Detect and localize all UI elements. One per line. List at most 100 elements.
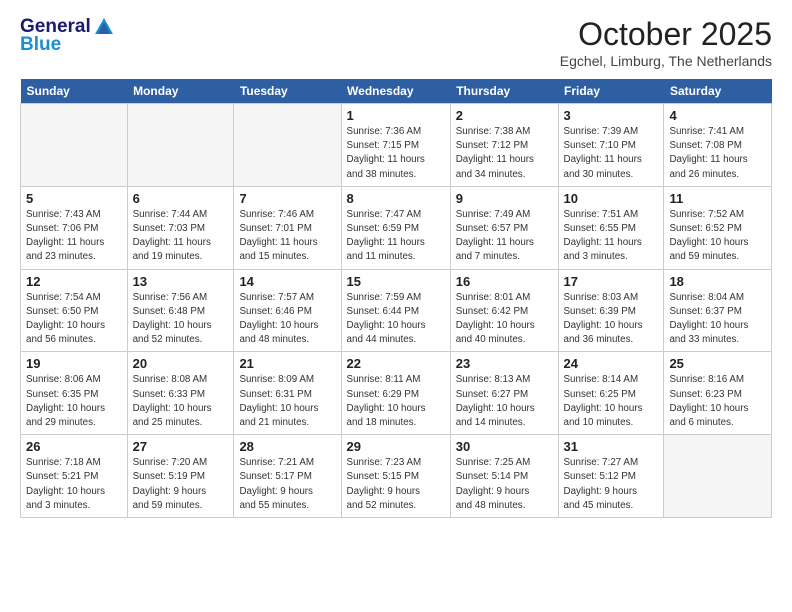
day-number: 1 [347, 108, 445, 123]
day-info: Sunrise: 8:01 AM Sunset: 6:42 PM Dayligh… [456, 291, 553, 348]
day-info: Sunrise: 8:14 AM Sunset: 6:25 PM Dayligh… [564, 373, 659, 430]
calendar-cell: 23 Sunrise: 8:13 AM Sunset: 6:27 PM Dayli… [450, 352, 558, 435]
day-info: Sunrise: 7:41 AM Sunset: 7:08 PM Dayligh… [669, 125, 766, 182]
calendar-cell: 10 Sunrise: 7:51 AM Sunset: 6:55 PM Dayli… [558, 186, 664, 269]
weekday-header-thursday: Thursday [450, 79, 558, 104]
header-row: SundayMondayTuesdayWednesdayThursdayFrid… [21, 79, 772, 104]
calendar-cell [234, 104, 341, 187]
day-info: Sunrise: 7:51 AM Sunset: 6:55 PM Dayligh… [564, 208, 659, 265]
day-number: 16 [456, 274, 553, 289]
day-number: 6 [133, 191, 229, 206]
day-info: Sunrise: 7:43 AM Sunset: 7:06 PM Dayligh… [26, 208, 122, 265]
day-info: Sunrise: 8:16 AM Sunset: 6:23 PM Dayligh… [669, 373, 766, 430]
day-info: Sunrise: 7:46 AM Sunset: 7:01 PM Dayligh… [239, 208, 335, 265]
logo: General Blue [20, 16, 115, 56]
day-number: 27 [133, 439, 229, 454]
weekday-header-saturday: Saturday [664, 79, 772, 104]
calendar-cell: 8 Sunrise: 7:47 AM Sunset: 6:59 PM Daylig… [341, 186, 450, 269]
day-number: 19 [26, 356, 122, 371]
calendar-cell: 19Sunrise: 8:06 AM Sunset: 6:35 PM Dayli… [21, 352, 128, 435]
calendar-cell: 20Sunrise: 8:08 AM Sunset: 6:33 PM Dayli… [127, 352, 234, 435]
day-info: Sunrise: 8:09 AM Sunset: 6:31 PM Dayligh… [239, 373, 335, 430]
logo-icon [93, 16, 115, 38]
weekday-header-tuesday: Tuesday [234, 79, 341, 104]
day-number: 22 [347, 356, 445, 371]
calendar-week-2: 5 Sunrise: 7:43 AM Sunset: 7:06 PM Daylig… [21, 186, 772, 269]
calendar-cell: 26Sunrise: 7:18 AM Sunset: 5:21 PM Dayli… [21, 435, 128, 518]
calendar-cell: 2 Sunrise: 7:38 AM Sunset: 7:12 PM Daylig… [450, 104, 558, 187]
day-info: Sunrise: 7:52 AM Sunset: 6:52 PM Dayligh… [669, 208, 766, 265]
calendar-cell: 14 Sunrise: 7:57 AM Sunset: 6:46 PM Dayli… [234, 269, 341, 352]
page-container: General Blue October 2025 Egchel, Limbur… [0, 0, 792, 530]
day-info: Sunrise: 7:59 AM Sunset: 6:44 PM Dayligh… [347, 291, 445, 348]
weekday-header-monday: Monday [127, 79, 234, 104]
day-info: Sunrise: 8:11 AM Sunset: 6:29 PM Dayligh… [347, 373, 445, 430]
day-info: Sunrise: 7:38 AM Sunset: 7:12 PM Dayligh… [456, 125, 553, 182]
day-number: 9 [456, 191, 553, 206]
weekday-header-wednesday: Wednesday [341, 79, 450, 104]
day-number: 14 [239, 274, 335, 289]
calendar-header: SundayMondayTuesdayWednesdayThursdayFrid… [21, 79, 772, 104]
calendar-cell: 1 Sunrise: 7:36 AM Sunset: 7:15 PM Daylig… [341, 104, 450, 187]
day-number: 7 [239, 191, 335, 206]
day-info: Sunrise: 7:18 AM Sunset: 5:21 PM Dayligh… [26, 456, 122, 513]
day-info: Sunrise: 8:13 AM Sunset: 6:27 PM Dayligh… [456, 373, 553, 430]
calendar-cell: 25 Sunrise: 8:16 AM Sunset: 6:23 PM Dayli… [664, 352, 772, 435]
day-info: Sunrise: 7:39 AM Sunset: 7:10 PM Dayligh… [564, 125, 659, 182]
day-number: 12 [26, 274, 122, 289]
calendar-cell: 15Sunrise: 7:59 AM Sunset: 6:44 PM Dayli… [341, 269, 450, 352]
calendar-cell: 11Sunrise: 7:52 AM Sunset: 6:52 PM Dayli… [664, 186, 772, 269]
day-info: Sunrise: 7:27 AM Sunset: 5:12 PM Dayligh… [564, 456, 659, 513]
calendar-cell [127, 104, 234, 187]
calendar-cell: 18Sunrise: 8:04 AM Sunset: 6:37 PM Dayli… [664, 269, 772, 352]
calendar-cell: 22 Sunrise: 8:11 AM Sunset: 6:29 PM Dayli… [341, 352, 450, 435]
day-number: 23 [456, 356, 553, 371]
calendar-week-4: 19Sunrise: 8:06 AM Sunset: 6:35 PM Dayli… [21, 352, 772, 435]
calendar-week-3: 12 Sunrise: 7:54 AM Sunset: 6:50 PM Dayli… [21, 269, 772, 352]
location-subtitle: Egchel, Limburg, The Netherlands [560, 53, 772, 69]
calendar-cell: 6 Sunrise: 7:44 AM Sunset: 7:03 PM Daylig… [127, 186, 234, 269]
day-number: 24 [564, 356, 659, 371]
day-number: 18 [669, 274, 766, 289]
day-number: 8 [347, 191, 445, 206]
calendar-cell [21, 104, 128, 187]
day-number: 17 [564, 274, 659, 289]
calendar-cell: 28Sunrise: 7:21 AM Sunset: 5:17 PM Dayli… [234, 435, 341, 518]
day-info: Sunrise: 7:57 AM Sunset: 6:46 PM Dayligh… [239, 291, 335, 348]
day-number: 2 [456, 108, 553, 123]
calendar-week-1: 1 Sunrise: 7:36 AM Sunset: 7:15 PM Daylig… [21, 104, 772, 187]
day-info: Sunrise: 7:47 AM Sunset: 6:59 PM Dayligh… [347, 208, 445, 265]
day-info: Sunrise: 7:20 AM Sunset: 5:19 PM Dayligh… [133, 456, 229, 513]
month-title: October 2025 [560, 16, 772, 53]
calendar-cell: 29Sunrise: 7:23 AM Sunset: 5:15 PM Dayli… [341, 435, 450, 518]
day-info: Sunrise: 7:36 AM Sunset: 7:15 PM Dayligh… [347, 125, 445, 182]
day-number: 10 [564, 191, 659, 206]
day-number: 29 [347, 439, 445, 454]
title-block: October 2025 Egchel, Limburg, The Nether… [560, 16, 772, 69]
day-number: 5 [26, 191, 122, 206]
weekday-header-friday: Friday [558, 79, 664, 104]
calendar-cell [664, 435, 772, 518]
calendar-cell: 24 Sunrise: 8:14 AM Sunset: 6:25 PM Dayli… [558, 352, 664, 435]
calendar-cell: 16 Sunrise: 8:01 AM Sunset: 6:42 PM Dayli… [450, 269, 558, 352]
day-info: Sunrise: 7:54 AM Sunset: 6:50 PM Dayligh… [26, 291, 122, 348]
calendar-cell: 9Sunrise: 7:49 AM Sunset: 6:57 PM Daylig… [450, 186, 558, 269]
calendar-cell: 17 Sunrise: 8:03 AM Sunset: 6:39 PM Dayli… [558, 269, 664, 352]
day-number: 4 [669, 108, 766, 123]
day-info: Sunrise: 7:44 AM Sunset: 7:03 PM Dayligh… [133, 208, 229, 265]
day-info: Sunrise: 7:25 AM Sunset: 5:14 PM Dayligh… [456, 456, 553, 513]
calendar-cell: 5 Sunrise: 7:43 AM Sunset: 7:06 PM Daylig… [21, 186, 128, 269]
day-number: 30 [456, 439, 553, 454]
day-number: 21 [239, 356, 335, 371]
calendar-cell: 7 Sunrise: 7:46 AM Sunset: 7:01 PM Daylig… [234, 186, 341, 269]
day-number: 13 [133, 274, 229, 289]
calendar-cell: 4 Sunrise: 7:41 AM Sunset: 7:08 PM Daylig… [664, 104, 772, 187]
day-info: Sunrise: 8:03 AM Sunset: 6:39 PM Dayligh… [564, 291, 659, 348]
header: General Blue October 2025 Egchel, Limbur… [20, 16, 772, 69]
day-info: Sunrise: 7:21 AM Sunset: 5:17 PM Dayligh… [239, 456, 335, 513]
calendar-cell: 21 Sunrise: 8:09 AM Sunset: 6:31 PM Dayli… [234, 352, 341, 435]
calendar-cell: 13Sunrise: 7:56 AM Sunset: 6:48 PM Dayli… [127, 269, 234, 352]
calendar-week-5: 26Sunrise: 7:18 AM Sunset: 5:21 PM Dayli… [21, 435, 772, 518]
day-number: 25 [669, 356, 766, 371]
calendar-table: SundayMondayTuesdayWednesdayThursdayFrid… [20, 79, 772, 518]
